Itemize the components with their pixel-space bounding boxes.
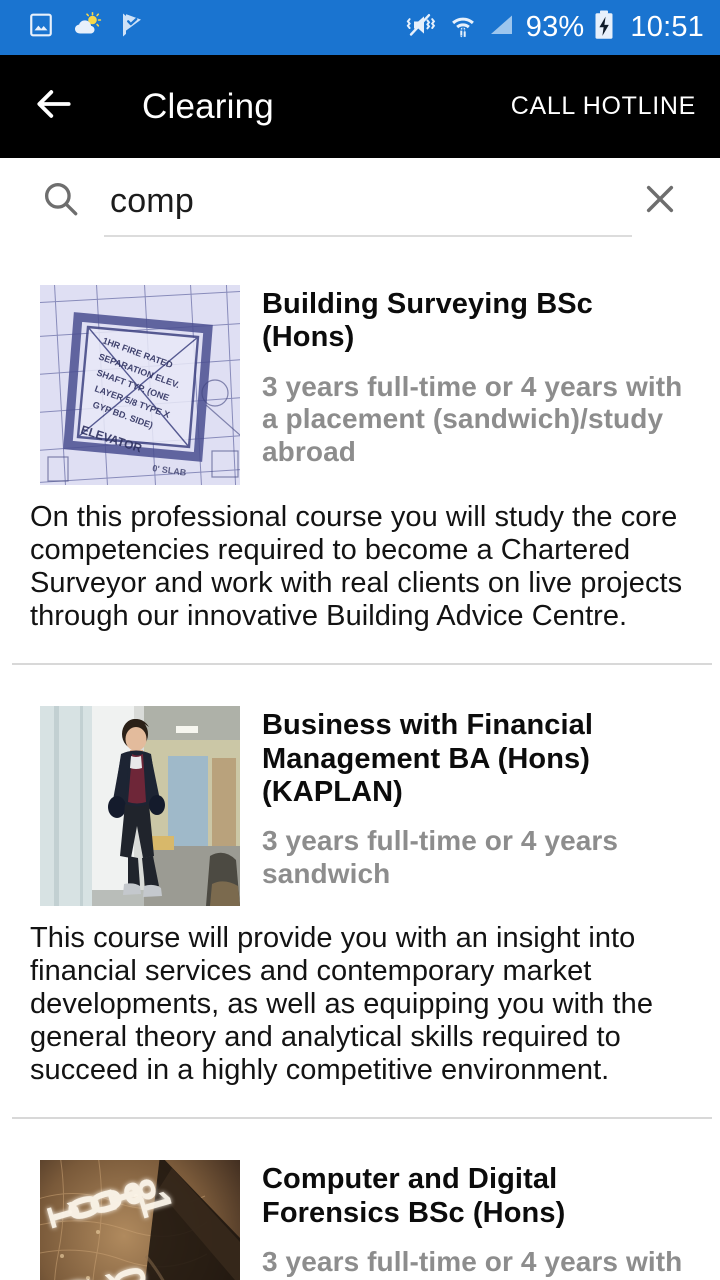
clearing-screen: 93% 10:51 Clearing CALL HOTLINE comp 1HR… — [0, 0, 720, 1280]
status-bar-right-icons: 93% 10:51 — [404, 10, 704, 45]
back-button[interactable] — [26, 79, 82, 135]
course-title: Building Surveying BSc (Hons) — [262, 288, 593, 354]
course-description: On this professional course you will stu… — [30, 501, 683, 633]
course-description: This course will provide you with an ins… — [30, 922, 654, 1087]
course-list-item[interactable]: Business with Financial Management BA (H… — [0, 665, 720, 1120]
call-hotline-button[interactable]: CALL HOTLINE — [509, 84, 698, 129]
course-info: Business with Financial Management BA (H… — [240, 706, 684, 906]
course-list-item[interactable]: 1 8 1 0 0 1 0 1 0 0 — [0, 1119, 720, 1280]
wifi-icon — [449, 12, 477, 43]
course-results-list[interactable]: 1HR FIRE RATED SEPARATION ELEV. SHAFT TY… — [0, 244, 720, 1280]
course-thumbnail — [40, 706, 240, 907]
course-header: 1 8 1 0 0 1 0 1 0 0 — [0, 1119, 720, 1280]
search-field — [104, 158, 632, 244]
battery-charging-icon — [593, 10, 615, 45]
weather-icon — [72, 12, 102, 43]
blueprint-floor-plan-image: 1HR FIRE RATED SEPARATION ELEV. SHAFT TY… — [40, 285, 240, 485]
course-thumbnail: 1HR FIRE RATED SEPARATION ELEV. SHAFT TY… — [40, 285, 240, 485]
course-info: Building Surveying BSc (Hons) 3 years fu… — [240, 285, 684, 485]
vibrate-mute-icon — [404, 12, 438, 43]
course-header: 1HR FIRE RATED SEPARATION ELEV. SHAFT TY… — [0, 244, 720, 485]
close-icon — [640, 179, 680, 224]
course-duration: 3 years full-time or 4 years with a plac… — [262, 370, 683, 468]
search-icon — [40, 178, 82, 225]
page-title: Clearing — [142, 86, 274, 126]
status-bar: 93% 10:51 — [0, 0, 720, 55]
course-title: Business with Financial Management BA (H… — [262, 709, 594, 808]
app-bar: Clearing CALL HOTLINE — [0, 55, 720, 158]
course-header: Business with Financial Management BA (H… — [0, 665, 720, 907]
search-button[interactable] — [40, 178, 90, 225]
back-arrow-icon — [32, 82, 76, 131]
clear-search-button[interactable] — [630, 171, 690, 231]
course-list-item[interactable]: 1HR FIRE RATED SEPARATION ELEV. SHAFT TY… — [0, 244, 720, 666]
search-bar — [0, 158, 720, 244]
search-input[interactable] — [104, 171, 620, 231]
course-title: Computer and Digital Forensics BSc (Hons… — [262, 1163, 566, 1229]
student-in-corridor-image — [40, 706, 240, 907]
circuit-board-binary-image: 1 8 1 0 0 1 0 1 0 0 — [40, 1160, 240, 1280]
signal-icon — [488, 12, 515, 43]
course-thumbnail: 1 8 1 0 0 1 0 1 0 0 — [40, 1160, 240, 1280]
course-duration: 3 years full-time or 4 years with a — [262, 1246, 683, 1280]
search-underline — [104, 235, 632, 237]
course-info: Computer and Digital Forensics BSc (Hons… — [240, 1160, 684, 1280]
image-icon — [28, 12, 54, 43]
checkmark-flag-icon — [120, 12, 144, 43]
course-duration: 3 years full-time or 4 years sandwich — [262, 825, 619, 889]
status-bar-left-icons — [28, 12, 144, 43]
clock-label: 10:51 — [630, 11, 704, 43]
battery-percent-label: 93% — [525, 11, 585, 43]
